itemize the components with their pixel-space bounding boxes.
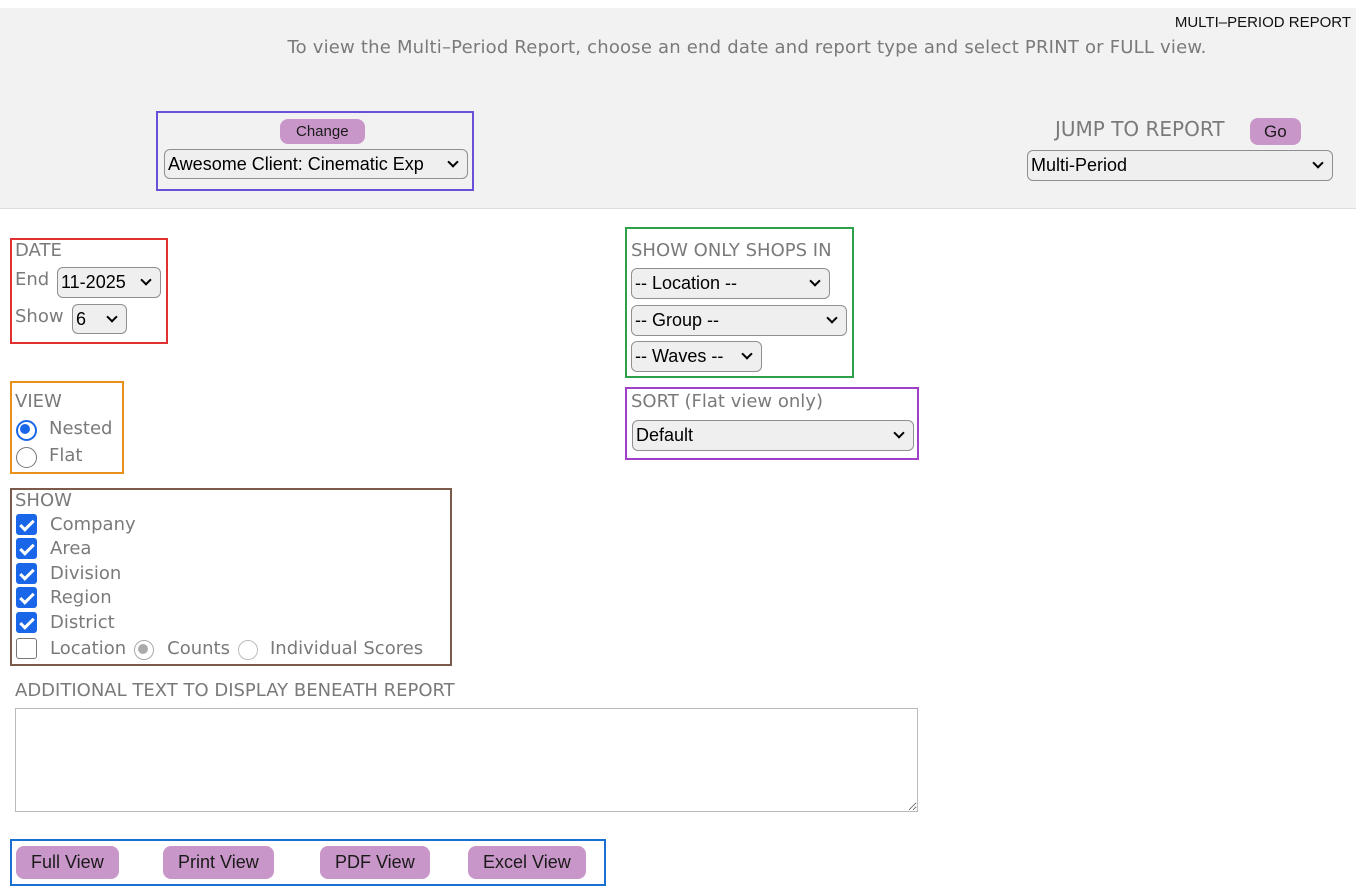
show-periods-label: Show	[15, 306, 64, 327]
go-button[interactable]: Go	[1250, 118, 1301, 145]
date-section: DATE End 11-2025 Show 6	[10, 238, 168, 344]
nested-radio[interactable]	[16, 420, 37, 441]
show-region[interactable]: Region	[16, 587, 112, 608]
flat-label: Flat	[49, 445, 83, 466]
company-checkbox[interactable]	[16, 514, 37, 535]
view-heading: VIEW	[15, 391, 62, 412]
change-client-button[interactable]: Change	[280, 119, 365, 144]
location-checkbox[interactable]	[16, 637, 37, 659]
individual-scores-label: Individual Scores	[269, 637, 424, 659]
instructions-text: To view the Multi–Period Report, choose …	[287, 37, 1207, 58]
shop-filter-section: SHOW ONLY SHOPS IN -- Location -- -- Gro…	[625, 227, 854, 378]
sort-heading: SORT (Flat view only)	[631, 391, 823, 412]
end-label: End	[15, 269, 50, 290]
show-periods-select[interactable]: 6	[72, 304, 127, 334]
counts-radio[interactable]	[134, 640, 155, 660]
show-section: SHOW Company Area Division Region Distri…	[10, 488, 452, 666]
show-division[interactable]: Division	[16, 563, 121, 584]
end-date-value: 11-2025	[61, 272, 126, 292]
region-checkbox[interactable]	[16, 587, 37, 608]
report-select-value: Multi-Period	[1031, 155, 1128, 175]
print-view-button[interactable]: Print View	[163, 846, 274, 879]
chevron-down-icon	[106, 310, 118, 323]
company-label: Company	[50, 514, 136, 535]
client-select[interactable]: Awesome Client: Cinematic Exp	[164, 149, 468, 179]
jump-to-report-label: JUMP TO REPORT	[1055, 117, 1225, 141]
chevron-down-icon	[140, 274, 152, 286]
shop-filter-heading: SHOW ONLY SHOPS IN	[631, 240, 832, 261]
show-periods-value: 6	[76, 308, 87, 329]
show-location[interactable]: Location Counts Individual Scores	[16, 636, 423, 660]
chevron-down-icon	[809, 275, 821, 287]
client-selector-box: Change Awesome Client: Cinematic Exp	[156, 111, 474, 191]
chevron-down-icon	[893, 427, 905, 439]
report-select[interactable]: Multi-Period	[1027, 150, 1333, 181]
report-label: MULTI–PERIOD REPORT	[1174, 14, 1351, 31]
view-option-flat[interactable]: Flat	[16, 443, 82, 468]
counts-label: Counts	[167, 637, 230, 659]
area-label: Area	[50, 538, 92, 559]
view-section: VIEW Nested Flat	[10, 381, 124, 474]
sort-select[interactable]: Default	[632, 420, 914, 451]
district-checkbox[interactable]	[16, 612, 37, 633]
view-option-nested[interactable]: Nested	[16, 416, 112, 441]
location-filter-select[interactable]: -- Location --	[631, 268, 830, 299]
pdf-view-button[interactable]: PDF View	[320, 846, 430, 879]
chevron-down-icon	[741, 348, 753, 360]
waves-filter-value: -- Waves --	[635, 346, 724, 366]
chevron-down-icon	[826, 312, 838, 324]
flat-radio[interactable]	[16, 447, 37, 468]
location-label: Location	[50, 637, 127, 659]
waves-filter-select[interactable]: -- Waves --	[631, 341, 762, 372]
show-heading: SHOW	[15, 490, 72, 511]
sort-section: SORT (Flat view only) Default	[625, 387, 919, 460]
division-label: Division	[50, 563, 122, 584]
area-checkbox[interactable]	[16, 538, 37, 559]
view-actions: Full View Print View PDF View Excel View	[10, 839, 606, 886]
full-view-button[interactable]: Full View	[16, 846, 119, 879]
division-checkbox[interactable]	[16, 563, 37, 584]
excel-view-button[interactable]: Excel View	[468, 846, 586, 879]
sort-select-value: Default	[636, 425, 694, 445]
show-area[interactable]: Area	[16, 538, 91, 559]
date-heading: DATE	[15, 240, 62, 261]
individual-scores-radio[interactable]	[237, 640, 258, 660]
district-label: District	[50, 612, 115, 633]
nested-label: Nested	[49, 418, 113, 439]
location-filter-value: -- Location --	[635, 273, 738, 293]
additional-text-input[interactable]	[15, 708, 918, 812]
chevron-down-icon	[1312, 157, 1324, 169]
additional-text-heading: ADDITIONAL TEXT TO DISPLAY BENEATH REPOR…	[15, 680, 455, 701]
show-company[interactable]: Company	[16, 514, 136, 535]
group-filter-value: -- Group --	[635, 310, 720, 330]
show-district[interactable]: District	[16, 612, 115, 633]
region-label: Region	[50, 587, 112, 608]
chevron-down-icon	[447, 155, 459, 168]
group-filter-select[interactable]: -- Group --	[631, 305, 847, 336]
end-date-select[interactable]: 11-2025	[57, 267, 161, 298]
client-select-value: Awesome Client: Cinematic Exp	[168, 153, 424, 174]
